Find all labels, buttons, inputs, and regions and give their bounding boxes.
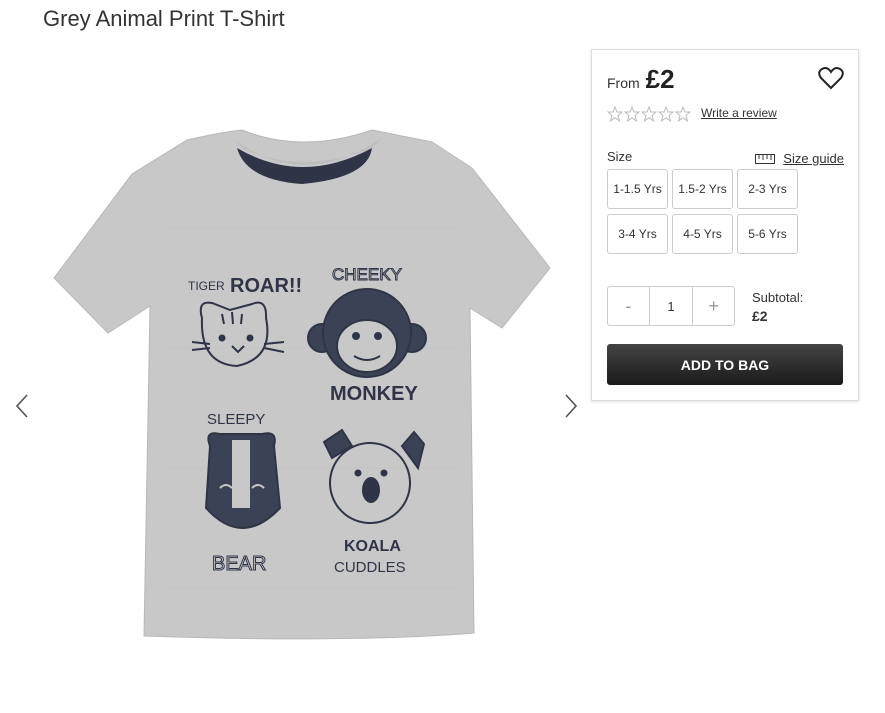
add-to-bag-button[interactable]: ADD TO BAG [607,344,843,385]
size-guide-link[interactable]: Size guide [755,151,844,166]
star-icon [658,106,674,122]
print-text-roar: ROAR!! [230,275,302,297]
product-image: TIGER ROAR!! CHEEKY MONKEY SLEEPY BEAR K… [53,129,551,640]
size-option[interactable]: 5-6 Yrs [737,214,798,254]
page-title: Grey Animal Print T-Shirt [43,6,285,31]
quantity-input[interactable]: 1 [648,287,694,325]
price-row: From £2 [607,64,675,95]
size-option[interactable]: 3-4 Yrs [607,214,668,254]
print-text-bear: BEAR [212,553,266,575]
print-text-tiger: TIGER [188,279,225,293]
rating-stars [607,106,691,122]
print-text-cheeky: CHEEKY [332,265,402,284]
star-icon [624,106,640,122]
quantity-stepper: - 1 + [607,286,735,326]
subtotal-label: Subtotal: [752,290,804,305]
size-options: 1-1.5 Yrs 1.5-2 Yrs 2-3 Yrs 3-4 Yrs 4-5 … [607,169,798,254]
purchase-panel: From £2 Write a review Size Size guide 1… [591,49,859,401]
quantity-increase-button[interactable]: + [693,287,734,325]
heart-icon [818,67,844,90]
wishlist-button[interactable] [818,66,844,90]
size-label: Size [607,149,633,164]
print-text-sleepy: SLEEPY [207,411,265,428]
gallery-prev-button[interactable] [7,386,37,426]
star-icon [641,106,657,122]
star-icon [675,106,691,122]
chevron-right-icon [565,394,578,418]
gallery-next-button[interactable] [556,386,586,426]
product-gallery: TIGER ROAR!! CHEEKY MONKEY SLEEPY BEAR K… [0,48,590,698]
print-text-koala: KOALA [344,538,401,555]
quantity-decrease-button[interactable]: - [608,287,649,325]
size-option[interactable]: 4-5 Yrs [672,214,733,254]
subtotal: Subtotal: £2 [752,290,803,324]
price-value: £2 [645,64,675,94]
size-option[interactable]: 1.5-2 Yrs [672,169,733,209]
size-option[interactable]: 1-1.5 Yrs [607,169,668,209]
ruler-icon [755,153,776,164]
chevron-left-icon [15,394,28,418]
write-review-link[interactable]: Write a review [701,106,777,120]
star-icon [607,106,623,122]
size-guide-label: Size guide [783,151,844,166]
size-option[interactable]: 2-3 Yrs [737,169,798,209]
subtotal-value: £2 [752,308,768,324]
print-text-monkey: MONKEY [330,383,418,405]
price-from-label: From [607,75,640,91]
print-text-cuddles: CUDDLES [334,559,406,576]
